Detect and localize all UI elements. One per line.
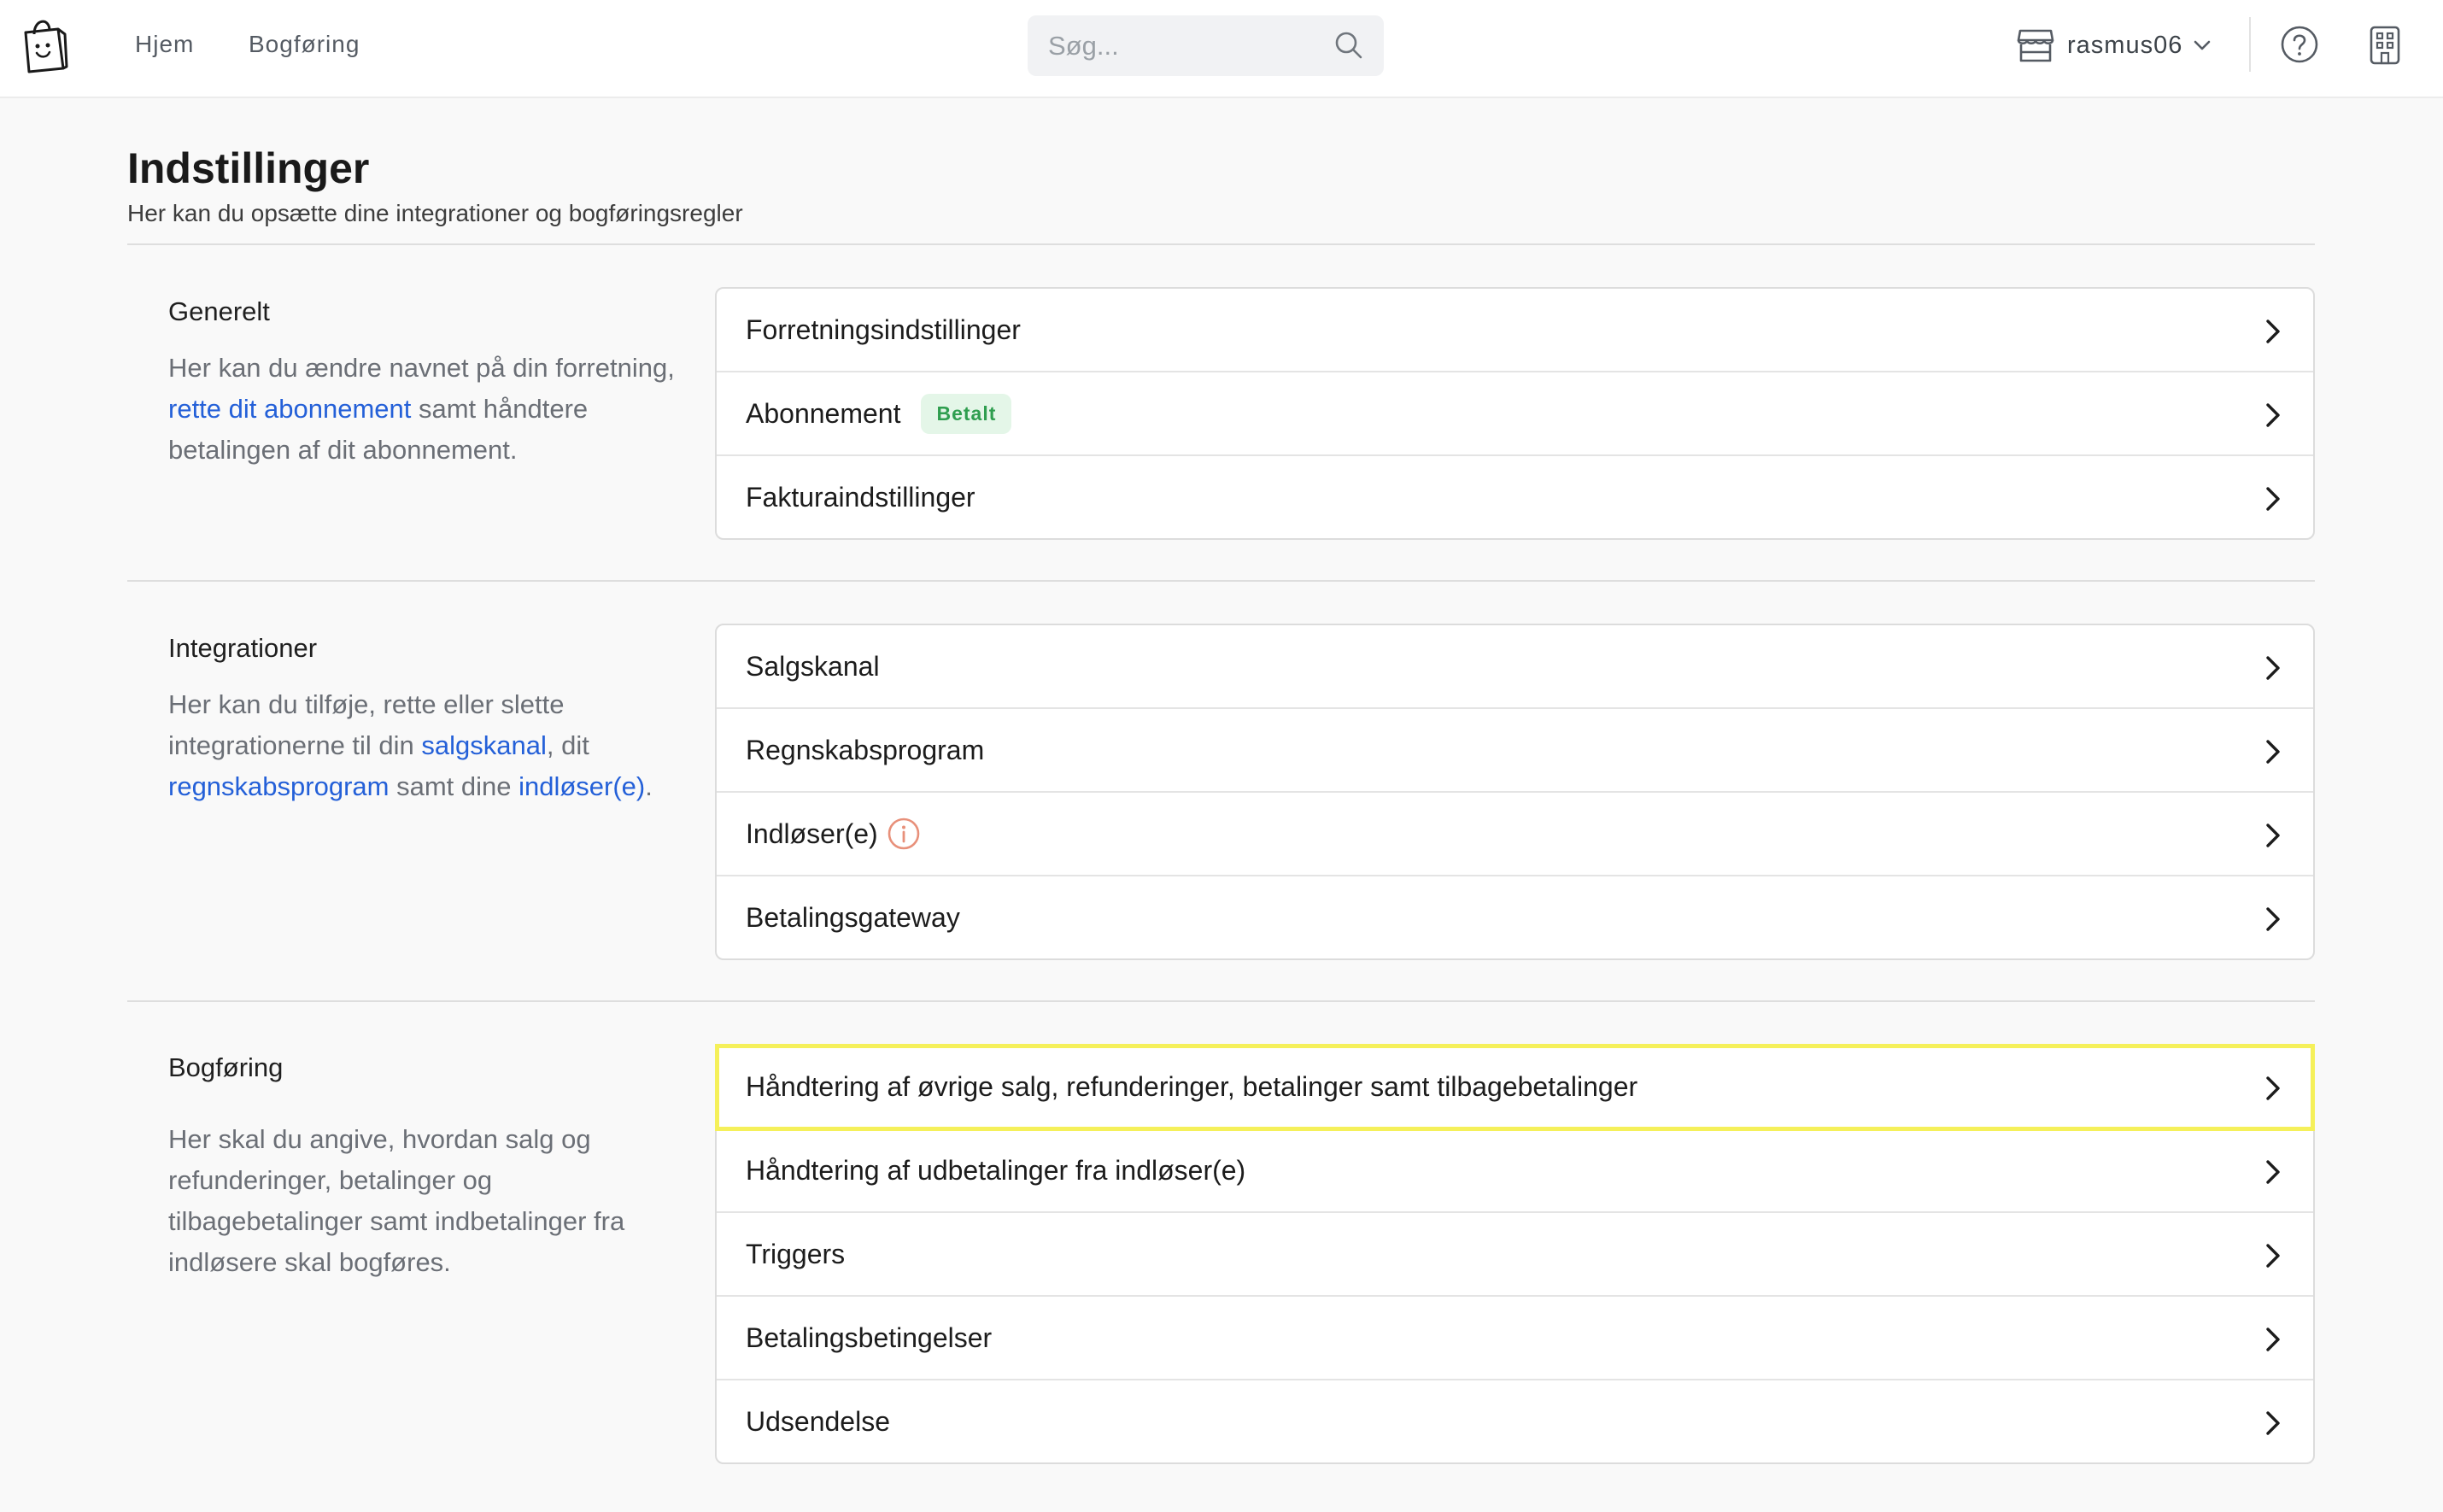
chevron-right-icon: [2266, 823, 2280, 847]
chevron-down-icon: [2194, 40, 2211, 50]
chevron-right-icon: [2266, 1244, 2280, 1268]
row-forretningsindstillinger[interactable]: Forretningsindstillinger: [717, 289, 2313, 372]
section-divider: [127, 1000, 2315, 1002]
row-betalingsbetingelser[interactable]: Betalingsbetingelser: [717, 1297, 2313, 1380]
section-title-bogforing: Bogføring: [168, 1052, 284, 1082]
link-indloser[interactable]: indløser(e): [518, 771, 645, 801]
topbar-divider: [2249, 17, 2251, 72]
info-icon[interactable]: [887, 817, 921, 851]
store-switcher[interactable]: rasmus06: [2016, 24, 2212, 67]
row-label: Betalingsbetingelser: [746, 1322, 993, 1353]
nav-home[interactable]: Hjem: [135, 31, 194, 58]
desc-text: , dit: [546, 730, 589, 760]
chevron-right-icon: [2266, 1411, 2280, 1435]
chevron-right-icon: [2266, 1160, 2280, 1184]
search-icon[interactable]: [1333, 29, 1365, 62]
row-regnskabsprogram[interactable]: Regnskabsprogram: [717, 709, 2313, 793]
search-input[interactable]: [1048, 15, 1321, 76]
header-divider: [127, 243, 2315, 245]
store-icon: [2017, 29, 2054, 62]
chevron-right-icon: [2266, 656, 2280, 680]
row-label: Håndtering af udbetalinger fra indløser(…: [746, 1154, 1246, 1186]
chevron-right-icon: [2266, 319, 2280, 343]
store-name: rasmus06: [2067, 31, 2183, 59]
search-box[interactable]: [1028, 15, 1384, 76]
status-badge: Betalt: [921, 393, 1012, 434]
row-label: Indløser(e): [746, 818, 878, 849]
row-haandtering-ovrige-salg[interactable]: Håndtering af øvrige salg, refunderinger…: [715, 1044, 2315, 1131]
shopping-bag-logo-icon[interactable]: [21, 15, 68, 73]
chevron-right-icon: [2266, 487, 2280, 511]
top-bar: Hjem Bogføring rasmus06: [0, 0, 2443, 98]
row-label: Salgskanal: [746, 650, 880, 682]
chevron-right-icon: [2266, 740, 2280, 764]
row-label: Fakturaindstillinger: [746, 481, 975, 513]
row-fakturaindstillinger[interactable]: Fakturaindstillinger: [717, 456, 2313, 538]
chevron-right-icon: [2266, 907, 2280, 931]
chevron-right-icon: [2266, 1327, 2280, 1351]
chevron-right-icon: [2266, 403, 2280, 427]
chevron-right-icon: [2266, 1076, 2280, 1100]
row-salgskanal[interactable]: Salgskanal: [717, 625, 2313, 709]
row-label: Håndtering af øvrige salg, refunderinger…: [746, 1070, 1638, 1102]
page-title: Indstillinger: [127, 144, 370, 192]
section-desc-generelt: Her kan du ændre navnet på din forretnin…: [168, 348, 681, 471]
nav-bogforing[interactable]: Bogføring: [249, 31, 360, 58]
building-icon[interactable]: [2368, 25, 2402, 66]
row-indloser[interactable]: Indløser(e): [717, 793, 2313, 876]
section-desc-integrationer: Her kan du tilføje, rette eller slette i…: [168, 684, 681, 807]
row-triggers[interactable]: Triggers: [717, 1213, 2313, 1297]
section-desc-bogforing: Her skal du angive, hvordan salg og refu…: [168, 1124, 625, 1277]
row-label: Regnskabsprogram: [746, 734, 985, 765]
desc-text: samt dine: [389, 771, 519, 801]
desc-text: Her kan du ændre navnet på din forretnin…: [168, 353, 675, 383]
page-subtitle: Her kan du opsætte dine integrationer og…: [127, 200, 743, 226]
section-title-integrationer: Integrationer: [168, 633, 318, 663]
link-rette-abonnement[interactable]: rette dit abonnement: [168, 394, 411, 424]
row-label: Abonnement: [746, 397, 901, 429]
section-title-generelt: Generelt: [168, 296, 270, 326]
link-regnskabsprogram[interactable]: regnskabsprogram: [168, 771, 389, 801]
card-bogforing: Håndtering af øvrige salg, refunderinger…: [715, 1044, 2315, 1464]
row-betalingsgateway[interactable]: Betalingsgateway: [717, 876, 2313, 958]
link-salgskanal[interactable]: salgskanal: [421, 730, 546, 760]
row-label: Forretningsindstillinger: [746, 314, 1021, 345]
row-label: Triggers: [746, 1238, 846, 1269]
row-label: Betalingsgateway: [746, 901, 960, 933]
help-icon[interactable]: [2280, 25, 2319, 64]
desc-text: .: [645, 771, 653, 801]
card-generelt: Forretningsindstillinger Abonnement Beta…: [715, 287, 2315, 540]
section-divider: [127, 580, 2315, 582]
row-label: Udsendelse: [746, 1405, 890, 1437]
row-udsendelse[interactable]: Udsendelse: [717, 1380, 2313, 1462]
card-integrationer: Salgskanal Regnskabsprogram Indløser(e) …: [715, 624, 2315, 960]
row-haandtering-udbetalinger[interactable]: Håndtering af udbetalinger fra indløser(…: [717, 1129, 2313, 1213]
row-abonnement[interactable]: Abonnement Betalt: [717, 372, 2313, 456]
